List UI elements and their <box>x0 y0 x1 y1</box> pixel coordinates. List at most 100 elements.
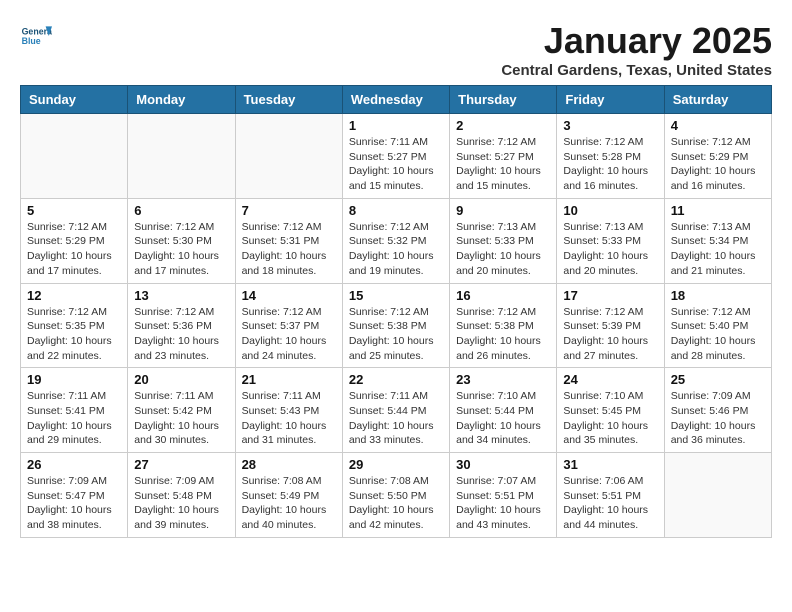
day-info: Sunrise: 7:11 AM Sunset: 5:41 PM Dayligh… <box>27 389 121 448</box>
day-info: Sunrise: 7:10 AM Sunset: 5:44 PM Dayligh… <box>456 389 550 448</box>
day-info: Sunrise: 7:12 AM Sunset: 5:40 PM Dayligh… <box>671 305 765 364</box>
day-number: 29 <box>349 457 443 472</box>
day-info: Sunrise: 7:12 AM Sunset: 5:32 PM Dayligh… <box>349 220 443 279</box>
table-row: 2Sunrise: 7:12 AM Sunset: 5:27 PM Daylig… <box>450 114 557 199</box>
calendar-subtitle: Central Gardens, Texas, United States <box>501 62 772 79</box>
day-info: Sunrise: 7:11 AM Sunset: 5:27 PM Dayligh… <box>349 135 443 194</box>
calendar-week-3: 12Sunrise: 7:12 AM Sunset: 5:35 PM Dayli… <box>21 283 772 368</box>
day-number: 13 <box>134 288 228 303</box>
table-row: 28 Sunrise: 7:08 AM Sunset: 5:49 PM Dayli… <box>235 453 342 538</box>
day-info: Sunrise: 7:07 AM Sunset: 5:51 PM Dayligh… <box>456 474 550 533</box>
day-number: 16 <box>456 288 550 303</box>
day-number: 22 <box>349 372 443 387</box>
day-info: Sunrise: 7:12 AM Sunset: 5:38 PM Dayligh… <box>456 305 550 364</box>
day-number: 7 <box>242 203 336 218</box>
col-monday: Monday <box>128 86 235 114</box>
day-number: 24 <box>563 372 657 387</box>
table-row: 16 Sunrise: 7:12 AM Sunset: 5:38 PM Dayli… <box>450 283 557 368</box>
day-number: 25 <box>671 372 765 387</box>
day-number: 9 <box>456 203 550 218</box>
table-row: 22 Sunrise: 7:11 AM Sunset: 5:44 PM Dayli… <box>342 368 449 453</box>
table-row: 29 Sunrise: 7:08 AM Sunset: 5:50 PM Dayli… <box>342 453 449 538</box>
day-number: 26 <box>27 457 121 472</box>
col-wednesday: Wednesday <box>342 86 449 114</box>
day-info: Sunrise: 7:12 AM Sunset: 5:31 PM Dayligh… <box>242 220 336 279</box>
table-row <box>235 114 342 199</box>
col-friday: Friday <box>557 86 664 114</box>
table-row: 19 Sunrise: 7:11 AM Sunset: 5:41 PM Dayli… <box>21 368 128 453</box>
table-row: 12Sunrise: 7:12 AM Sunset: 5:35 PM Dayli… <box>21 283 128 368</box>
day-number: 23 <box>456 372 550 387</box>
day-number: 3 <box>563 118 657 133</box>
day-info: Sunrise: 7:12 AM Sunset: 5:38 PM Dayligh… <box>349 305 443 364</box>
day-info: Sunrise: 7:08 AM Sunset: 5:50 PM Dayligh… <box>349 474 443 533</box>
table-row: 15Sunrise: 7:12 AM Sunset: 5:38 PM Dayli… <box>342 283 449 368</box>
day-number: 20 <box>134 372 228 387</box>
table-row <box>664 453 771 538</box>
day-number: 12 <box>27 288 121 303</box>
calendar-header-row: Sunday Monday Tuesday Wednesday Thursday… <box>21 86 772 114</box>
day-info: Sunrise: 7:09 AM Sunset: 5:47 PM Dayligh… <box>27 474 121 533</box>
day-number: 8 <box>349 203 443 218</box>
day-number: 4 <box>671 118 765 133</box>
day-info: Sunrise: 7:09 AM Sunset: 5:46 PM Dayligh… <box>671 389 765 448</box>
day-number: 5 <box>27 203 121 218</box>
table-row: 14 Sunrise: 7:12 AM Sunset: 5:37 PM Dayli… <box>235 283 342 368</box>
table-row: 7 Sunrise: 7:12 AM Sunset: 5:31 PM Daylig… <box>235 198 342 283</box>
day-info: Sunrise: 7:11 AM Sunset: 5:44 PM Dayligh… <box>349 389 443 448</box>
day-info: Sunrise: 7:09 AM Sunset: 5:48 PM Dayligh… <box>134 474 228 533</box>
day-number: 31 <box>563 457 657 472</box>
table-row: 26 Sunrise: 7:09 AM Sunset: 5:47 PM Dayli… <box>21 453 128 538</box>
day-info: Sunrise: 7:12 AM Sunset: 5:28 PM Dayligh… <box>563 135 657 194</box>
day-info: Sunrise: 7:12 AM Sunset: 5:30 PM Dayligh… <box>134 220 228 279</box>
day-number: 28 <box>242 457 336 472</box>
table-row: 1Sunrise: 7:11 AM Sunset: 5:27 PM Daylig… <box>342 114 449 199</box>
table-row: 10 Sunrise: 7:13 AM Sunset: 5:33 PM Dayli… <box>557 198 664 283</box>
day-number: 17 <box>563 288 657 303</box>
table-row: 24Sunrise: 7:10 AM Sunset: 5:45 PM Dayli… <box>557 368 664 453</box>
calendar-week-1: 1Sunrise: 7:11 AM Sunset: 5:27 PM Daylig… <box>21 114 772 199</box>
day-info: Sunrise: 7:13 AM Sunset: 5:33 PM Dayligh… <box>563 220 657 279</box>
table-row: 4Sunrise: 7:12 AM Sunset: 5:29 PM Daylig… <box>664 114 771 199</box>
day-info: Sunrise: 7:12 AM Sunset: 5:37 PM Dayligh… <box>242 305 336 364</box>
table-row: 21 Sunrise: 7:11 AM Sunset: 5:43 PM Dayli… <box>235 368 342 453</box>
title-block: January 2025 Central Gardens, Texas, Uni… <box>501 20 772 79</box>
logo: General Blue <box>20 20 56 52</box>
day-info: Sunrise: 7:12 AM Sunset: 5:29 PM Dayligh… <box>27 220 121 279</box>
day-info: Sunrise: 7:08 AM Sunset: 5:49 PM Dayligh… <box>242 474 336 533</box>
calendar-title: January 2025 <box>501 20 772 62</box>
day-number: 19 <box>27 372 121 387</box>
day-info: Sunrise: 7:11 AM Sunset: 5:43 PM Dayligh… <box>242 389 336 448</box>
day-number: 30 <box>456 457 550 472</box>
table-row: 13Sunrise: 7:12 AM Sunset: 5:36 PM Dayli… <box>128 283 235 368</box>
day-number: 18 <box>671 288 765 303</box>
day-info: Sunrise: 7:13 AM Sunset: 5:33 PM Dayligh… <box>456 220 550 279</box>
calendar-table: Sunday Monday Tuesday Wednesday Thursday… <box>20 85 772 538</box>
day-number: 21 <box>242 372 336 387</box>
day-number: 27 <box>134 457 228 472</box>
table-row: 9 Sunrise: 7:13 AM Sunset: 5:33 PM Daylig… <box>450 198 557 283</box>
col-thursday: Thursday <box>450 86 557 114</box>
svg-text:Blue: Blue <box>22 36 41 46</box>
calendar-week-5: 26 Sunrise: 7:09 AM Sunset: 5:47 PM Dayli… <box>21 453 772 538</box>
table-row: 17 Sunrise: 7:12 AM Sunset: 5:39 PM Dayli… <box>557 283 664 368</box>
day-info: Sunrise: 7:06 AM Sunset: 5:51 PM Dayligh… <box>563 474 657 533</box>
table-row: 3 Sunrise: 7:12 AM Sunset: 5:28 PM Daylig… <box>557 114 664 199</box>
table-row: 11Sunrise: 7:13 AM Sunset: 5:34 PM Dayli… <box>664 198 771 283</box>
day-info: Sunrise: 7:13 AM Sunset: 5:34 PM Dayligh… <box>671 220 765 279</box>
table-row: 25 Sunrise: 7:09 AM Sunset: 5:46 PM Dayli… <box>664 368 771 453</box>
table-row: 18 Sunrise: 7:12 AM Sunset: 5:40 PM Dayli… <box>664 283 771 368</box>
day-info: Sunrise: 7:11 AM Sunset: 5:42 PM Dayligh… <box>134 389 228 448</box>
day-number: 14 <box>242 288 336 303</box>
table-row <box>128 114 235 199</box>
table-row: 31 Sunrise: 7:06 AM Sunset: 5:51 PM Dayli… <box>557 453 664 538</box>
table-row: 8 Sunrise: 7:12 AM Sunset: 5:32 PM Daylig… <box>342 198 449 283</box>
table-row: 6 Sunrise: 7:12 AM Sunset: 5:30 PM Daylig… <box>128 198 235 283</box>
calendar-week-4: 19 Sunrise: 7:11 AM Sunset: 5:41 PM Dayli… <box>21 368 772 453</box>
day-info: Sunrise: 7:12 AM Sunset: 5:27 PM Dayligh… <box>456 135 550 194</box>
day-number: 6 <box>134 203 228 218</box>
table-row <box>21 114 128 199</box>
day-info: Sunrise: 7:12 AM Sunset: 5:39 PM Dayligh… <box>563 305 657 364</box>
table-row: 20 Sunrise: 7:11 AM Sunset: 5:42 PM Dayli… <box>128 368 235 453</box>
day-number: 10 <box>563 203 657 218</box>
